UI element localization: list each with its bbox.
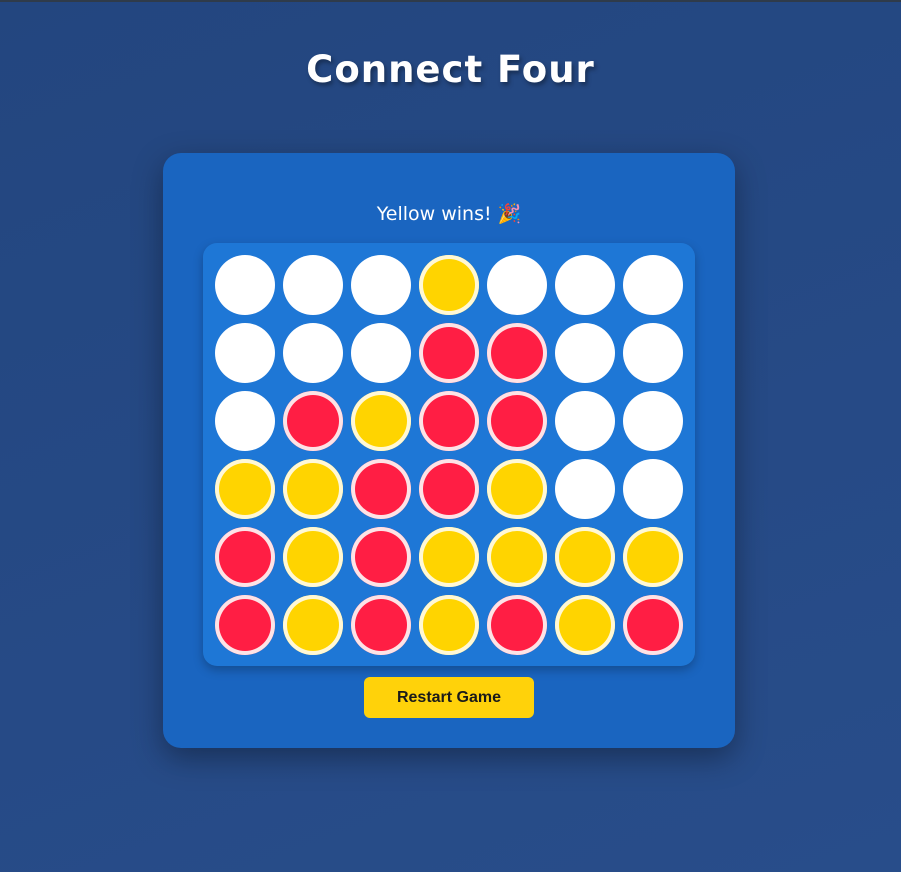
board-cell-r2-c6-empty[interactable] <box>555 323 615 383</box>
board-cell-r1-c7-empty[interactable] <box>623 255 683 315</box>
board-cell-r6-c1-red-disc[interactable] <box>215 595 275 655</box>
board-cell-r6-c4-yellow-disc[interactable] <box>419 595 479 655</box>
game-panel: Yellow wins! 🎉 Restart Game <box>163 153 735 748</box>
game-board <box>203 243 695 666</box>
board-cell-r1-c4-yellow-disc[interactable] <box>419 255 479 315</box>
board-cell-r6-c5-red-disc[interactable] <box>487 595 547 655</box>
board-cell-r1-c2-empty[interactable] <box>283 255 343 315</box>
board-cell-r4-c4-red-disc[interactable] <box>419 459 479 519</box>
board-cell-r4-c6-empty[interactable] <box>555 459 615 519</box>
board-cell-r5-c1-red-disc[interactable] <box>215 527 275 587</box>
board-cell-r6-c6-yellow-disc[interactable] <box>555 595 615 655</box>
board-cell-r2-c3-empty[interactable] <box>351 323 411 383</box>
game-status: Yellow wins! 🎉 <box>376 203 522 225</box>
board-cell-r5-c2-yellow-disc[interactable] <box>283 527 343 587</box>
board-cell-r4-c5-yellow-disc[interactable] <box>487 459 547 519</box>
board-cell-r3-c2-red-disc[interactable] <box>283 391 343 451</box>
board-cell-r1-c3-empty[interactable] <box>351 255 411 315</box>
board-cell-r2-c4-red-disc[interactable] <box>419 323 479 383</box>
board-cell-r3-c1-empty[interactable] <box>215 391 275 451</box>
board-cell-r3-c6-empty[interactable] <box>555 391 615 451</box>
board-cell-r4-c2-yellow-disc[interactable] <box>283 459 343 519</box>
board-cell-r2-c2-empty[interactable] <box>283 323 343 383</box>
board-cell-r1-c1-empty[interactable] <box>215 255 275 315</box>
top-border <box>0 0 901 2</box>
board-cell-r6-c3-red-disc[interactable] <box>351 595 411 655</box>
board-cell-r3-c7-empty[interactable] <box>623 391 683 451</box>
board-cell-r5-c6-yellow-disc[interactable] <box>555 527 615 587</box>
restart-game-button[interactable]: Restart Game <box>364 677 534 718</box>
board-cell-r1-c5-empty[interactable] <box>487 255 547 315</box>
board-cell-r4-c1-yellow-disc[interactable] <box>215 459 275 519</box>
board-cell-r1-c6-empty[interactable] <box>555 255 615 315</box>
board-cell-r4-c7-empty[interactable] <box>623 459 683 519</box>
page-title: Connect Four <box>306 48 595 91</box>
board-cell-r5-c5-yellow-disc[interactable] <box>487 527 547 587</box>
board-cell-r3-c4-red-disc[interactable] <box>419 391 479 451</box>
board-cell-r3-c5-red-disc[interactable] <box>487 391 547 451</box>
board-cell-r5-c7-yellow-disc[interactable] <box>623 527 683 587</box>
board-cell-r5-c4-yellow-disc[interactable] <box>419 527 479 587</box>
board-cell-r2-c1-empty[interactable] <box>215 323 275 383</box>
board-cell-r6-c7-red-disc[interactable] <box>623 595 683 655</box>
board-cell-r2-c5-red-disc[interactable] <box>487 323 547 383</box>
board-cell-r5-c3-red-disc[interactable] <box>351 527 411 587</box>
board-cell-r6-c2-yellow-disc[interactable] <box>283 595 343 655</box>
board-cell-r3-c3-yellow-disc[interactable] <box>351 391 411 451</box>
board-cell-r4-c3-red-disc[interactable] <box>351 459 411 519</box>
board-cell-r2-c7-empty[interactable] <box>623 323 683 383</box>
